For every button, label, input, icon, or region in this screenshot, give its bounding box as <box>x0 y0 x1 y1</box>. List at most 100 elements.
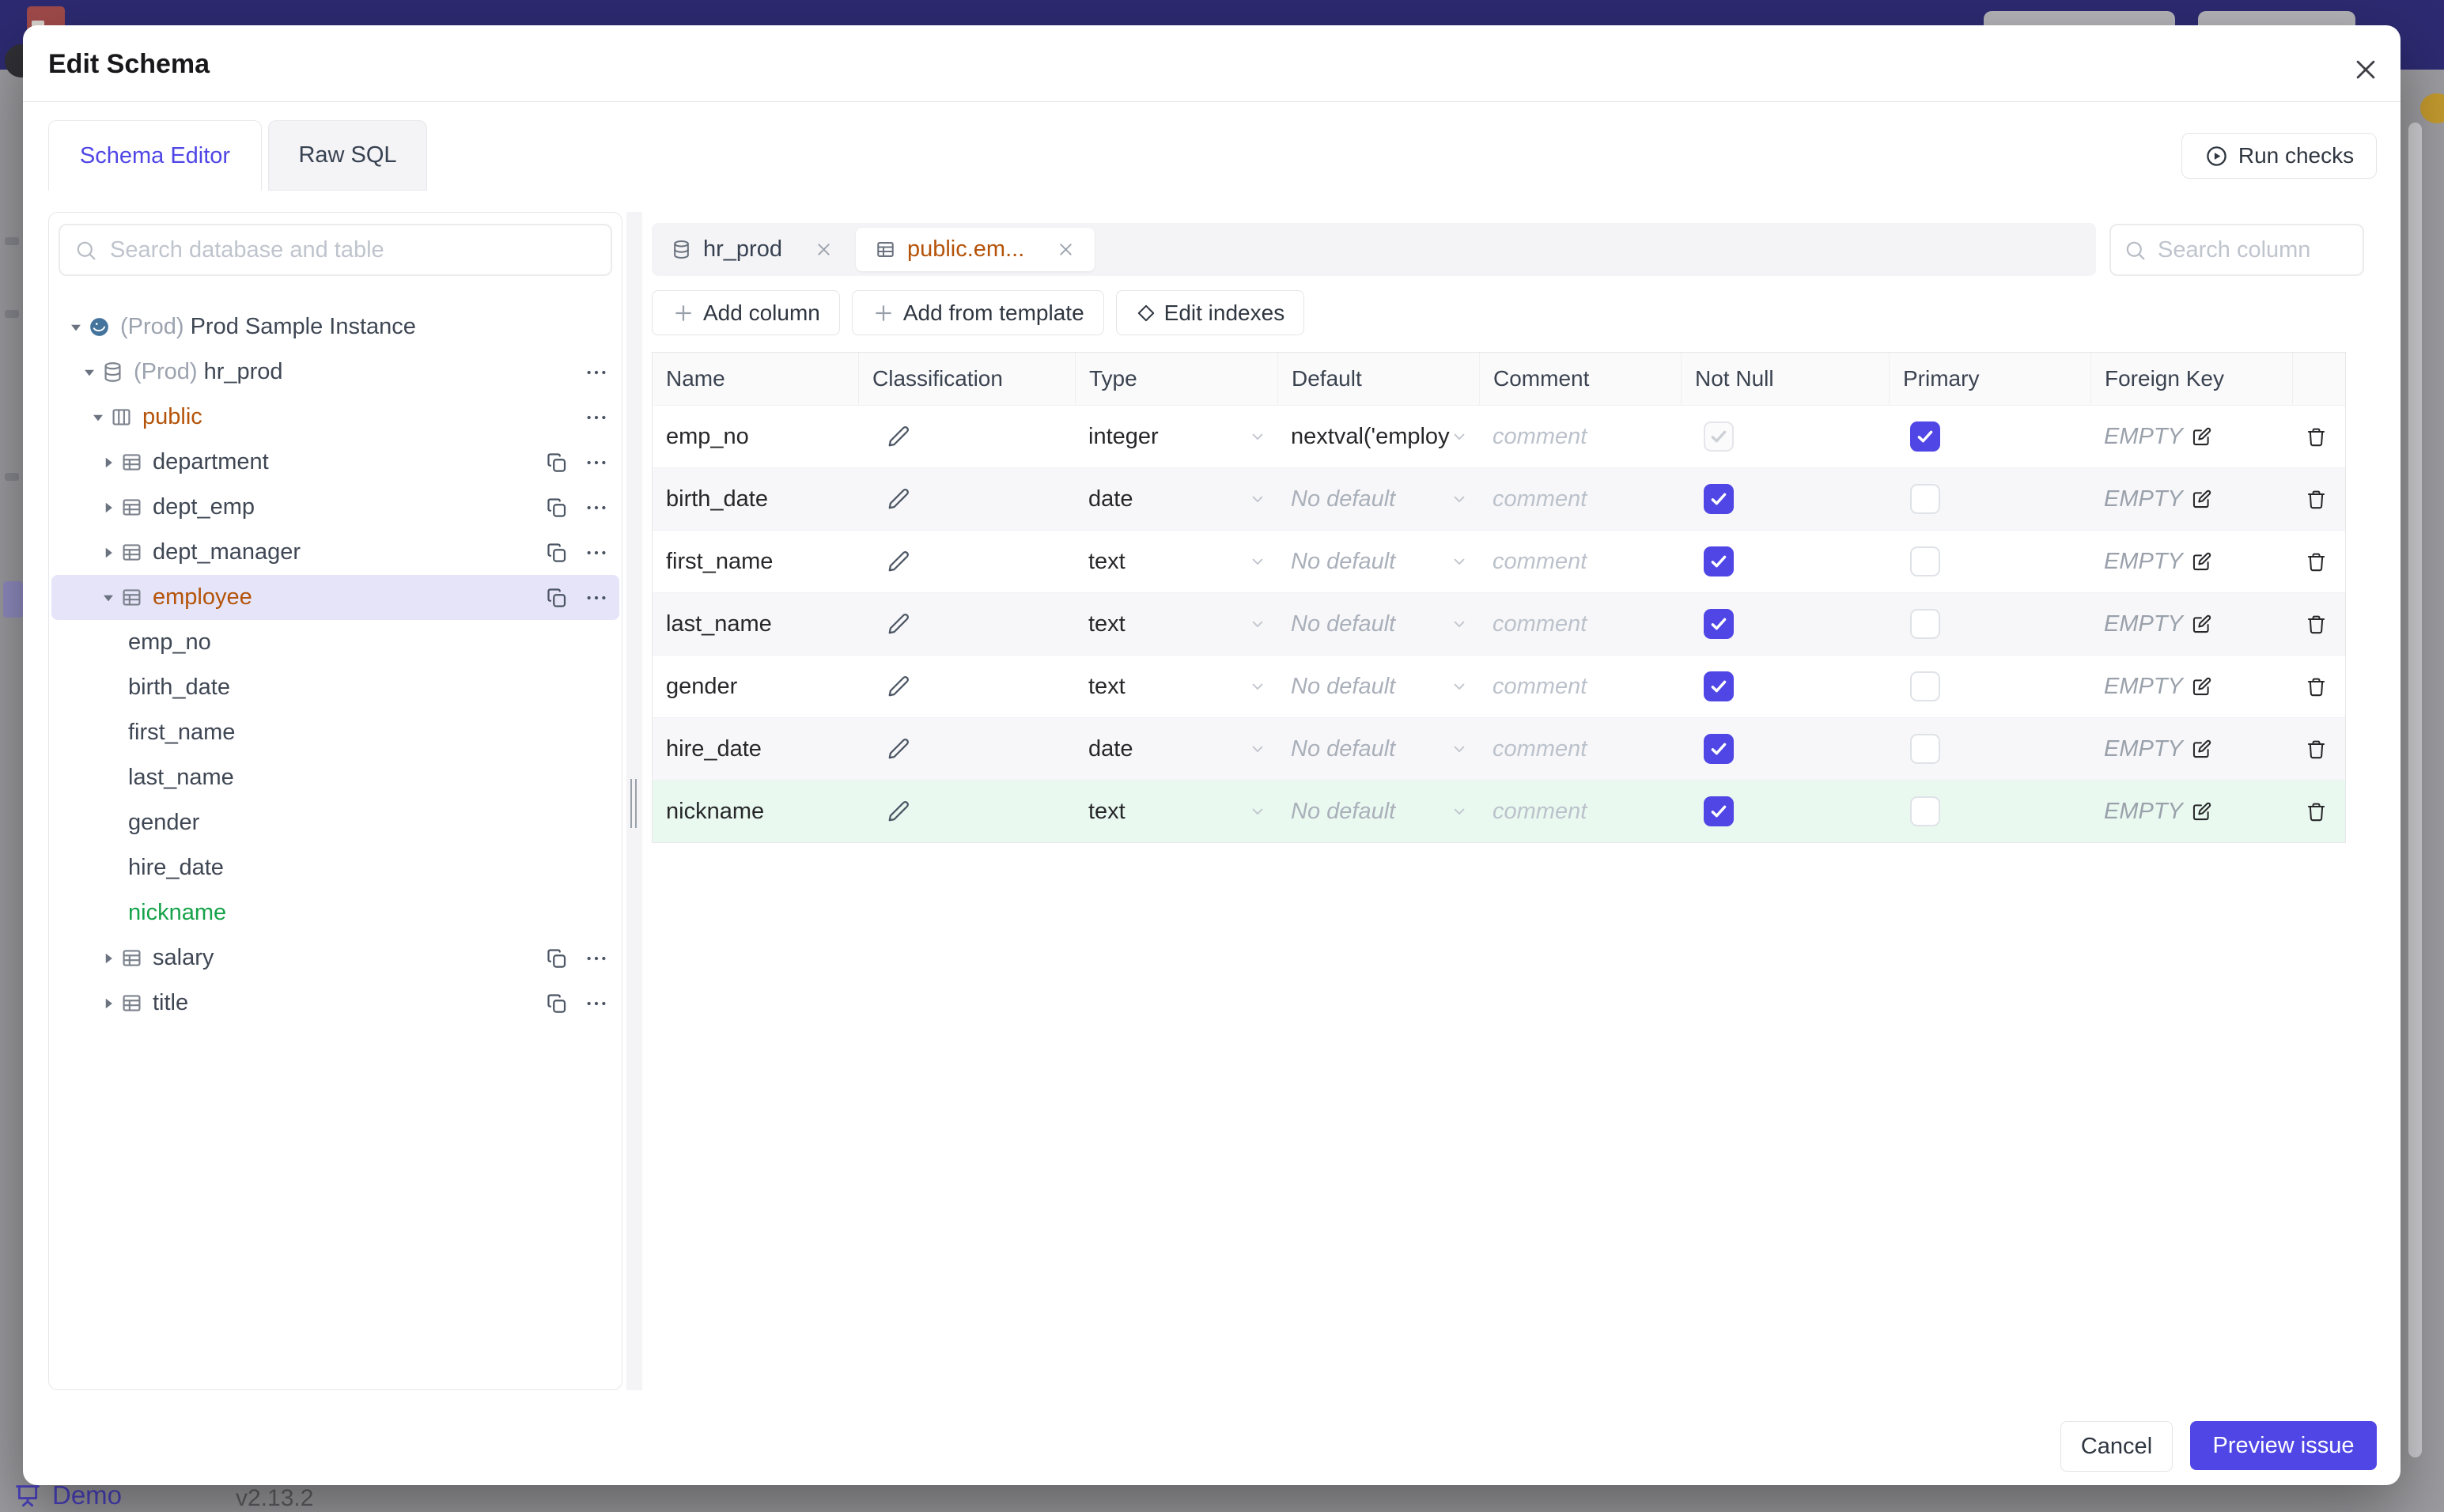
column-name-cell[interactable]: birth_date <box>653 468 858 530</box>
default-select[interactable]: No default <box>1277 531 1479 592</box>
type-select[interactable]: date <box>1075 718 1277 780</box>
comment-input[interactable]: comment <box>1479 406 1681 467</box>
caret-down-icon[interactable] <box>78 362 101 383</box>
pencil-icon[interactable] <box>887 675 910 698</box>
caret-right-icon[interactable] <box>96 497 120 518</box>
default-select[interactable]: No default <box>1277 718 1479 780</box>
default-select[interactable]: No default <box>1277 656 1479 717</box>
default-select[interactable]: No default <box>1277 781 1479 842</box>
tree-item-dept-manager[interactable]: dept_manager <box>51 530 619 575</box>
tree-item-title[interactable]: title <box>51 981 619 1026</box>
edit-foreign-key-icon[interactable] <box>2191 676 2212 697</box>
close-tab-icon[interactable] <box>814 240 834 259</box>
tree-item-employee[interactable]: employee <box>51 575 619 620</box>
delete-column-icon[interactable] <box>2306 801 2327 822</box>
tree-item-last-name[interactable]: last_name <box>51 755 619 800</box>
type-select[interactable]: text <box>1075 781 1277 842</box>
edit-foreign-key-icon[interactable] <box>2191 739 2212 760</box>
copy-icon[interactable] <box>545 496 569 520</box>
pencil-icon[interactable] <box>887 487 910 511</box>
pencil-icon[interactable] <box>887 425 910 448</box>
type-select[interactable]: date <box>1075 468 1277 530</box>
tree-item-gender[interactable]: gender <box>51 800 619 845</box>
delete-column-icon[interactable] <box>2306 489 2327 510</box>
primary-checkbox[interactable] <box>1910 421 1940 452</box>
primary-checkbox[interactable] <box>1910 484 1940 514</box>
type-select[interactable]: text <box>1075 656 1277 717</box>
copy-icon[interactable] <box>545 451 569 474</box>
comment-input[interactable]: comment <box>1479 531 1681 592</box>
column-name-cell[interactable]: hire_date <box>653 718 858 780</box>
type-select[interactable]: integer <box>1075 406 1277 467</box>
column-name-cell[interactable]: emp_no <box>653 406 858 467</box>
preview-issue-button[interactable]: Preview issue <box>2190 1421 2377 1470</box>
more-menu-icon[interactable] <box>585 586 608 610</box>
caret-right-icon[interactable] <box>96 993 120 1014</box>
tree-item-hire-date[interactable]: hire_date <box>51 845 619 890</box>
panel-resizer[interactable] <box>626 212 642 1390</box>
tab-raw-sql[interactable]: Raw SQL <box>268 120 427 191</box>
caret-right-icon[interactable] <box>96 948 120 969</box>
caret-down-icon[interactable] <box>86 407 110 428</box>
tab-schema-editor[interactable]: Schema Editor <box>48 120 262 191</box>
not-null-checkbox[interactable] <box>1704 796 1734 826</box>
more-menu-icon[interactable] <box>585 496 608 520</box>
edit-indexes-button[interactable]: Edit indexes <box>1115 290 1305 335</box>
tree-item-public[interactable]: public <box>51 395 619 440</box>
primary-checkbox[interactable] <box>1910 734 1940 764</box>
primary-checkbox[interactable] <box>1910 671 1940 701</box>
tree-item-salary[interactable]: salary <box>51 936 619 981</box>
tree-item-birth-date[interactable]: birth_date <box>51 665 619 710</box>
edit-foreign-key-icon[interactable] <box>2191 426 2212 448</box>
not-null-checkbox[interactable] <box>1704 546 1734 576</box>
more-menu-icon[interactable] <box>585 992 608 1015</box>
delete-column-icon[interactable] <box>2306 551 2327 573</box>
column-search-input[interactable] <box>2156 236 2350 264</box>
edit-foreign-key-icon[interactable] <box>2191 489 2212 510</box>
default-select[interactable]: nextval('employ <box>1277 406 1479 467</box>
editor-tab-public-em-[interactable]: public.em... <box>855 228 1095 271</box>
pencil-icon[interactable] <box>887 612 910 636</box>
tree-item-department[interactable]: department <box>51 440 619 485</box>
tree-item-first-name[interactable]: first_name <box>51 710 619 755</box>
comment-input[interactable]: comment <box>1479 781 1681 842</box>
background-avatar[interactable] <box>2420 93 2444 123</box>
edit-foreign-key-icon[interactable] <box>2191 801 2212 822</box>
comment-input[interactable]: comment <box>1479 718 1681 780</box>
not-null-checkbox[interactable] <box>1704 734 1734 764</box>
tree-item-emp-no[interactable]: emp_no <box>51 620 619 665</box>
close-tab-icon[interactable] <box>1056 240 1076 259</box>
delete-column-icon[interactable] <box>2306 676 2327 697</box>
caret-right-icon[interactable] <box>96 452 120 473</box>
tree-item-nickname[interactable]: nickname <box>51 890 619 936</box>
more-menu-icon[interactable] <box>585 947 608 970</box>
edit-foreign-key-icon[interactable] <box>2191 614 2212 635</box>
column-name-cell[interactable]: gender <box>653 656 858 717</box>
pencil-icon[interactable] <box>887 737 910 761</box>
primary-checkbox[interactable] <box>1910 546 1940 576</box>
background-scrollbar[interactable] <box>2408 123 2422 1457</box>
comment-input[interactable]: comment <box>1479 593 1681 655</box>
tree-item-hr-prod[interactable]: (Prod) hr_prod <box>51 350 619 395</box>
caret-down-icon[interactable] <box>96 588 120 608</box>
more-menu-icon[interactable] <box>585 541 608 565</box>
edit-foreign-key-icon[interactable] <box>2191 551 2212 573</box>
close-icon[interactable] <box>2350 54 2382 85</box>
primary-checkbox[interactable] <box>1910 796 1940 826</box>
delete-column-icon[interactable] <box>2306 739 2327 760</box>
type-select[interactable]: text <box>1075 531 1277 592</box>
caret-right-icon[interactable] <box>96 542 120 563</box>
column-name-cell[interactable]: first_name <box>653 531 858 592</box>
column-name-cell[interactable]: nickname <box>653 781 858 842</box>
more-menu-icon[interactable] <box>585 451 608 474</box>
not-null-checkbox[interactable] <box>1704 609 1734 639</box>
type-select[interactable]: text <box>1075 593 1277 655</box>
tree-item-prod-sample-instance[interactable]: (Prod) Prod Sample Instance <box>51 304 619 350</box>
comment-input[interactable]: comment <box>1479 656 1681 717</box>
caret-down-icon[interactable] <box>64 317 88 338</box>
column-name-cell[interactable]: last_name <box>653 593 858 655</box>
copy-icon[interactable] <box>545 947 569 970</box>
add-column-button[interactable]: Add column <box>652 290 840 335</box>
not-null-checkbox[interactable] <box>1704 484 1734 514</box>
more-menu-icon[interactable] <box>585 361 608 384</box>
